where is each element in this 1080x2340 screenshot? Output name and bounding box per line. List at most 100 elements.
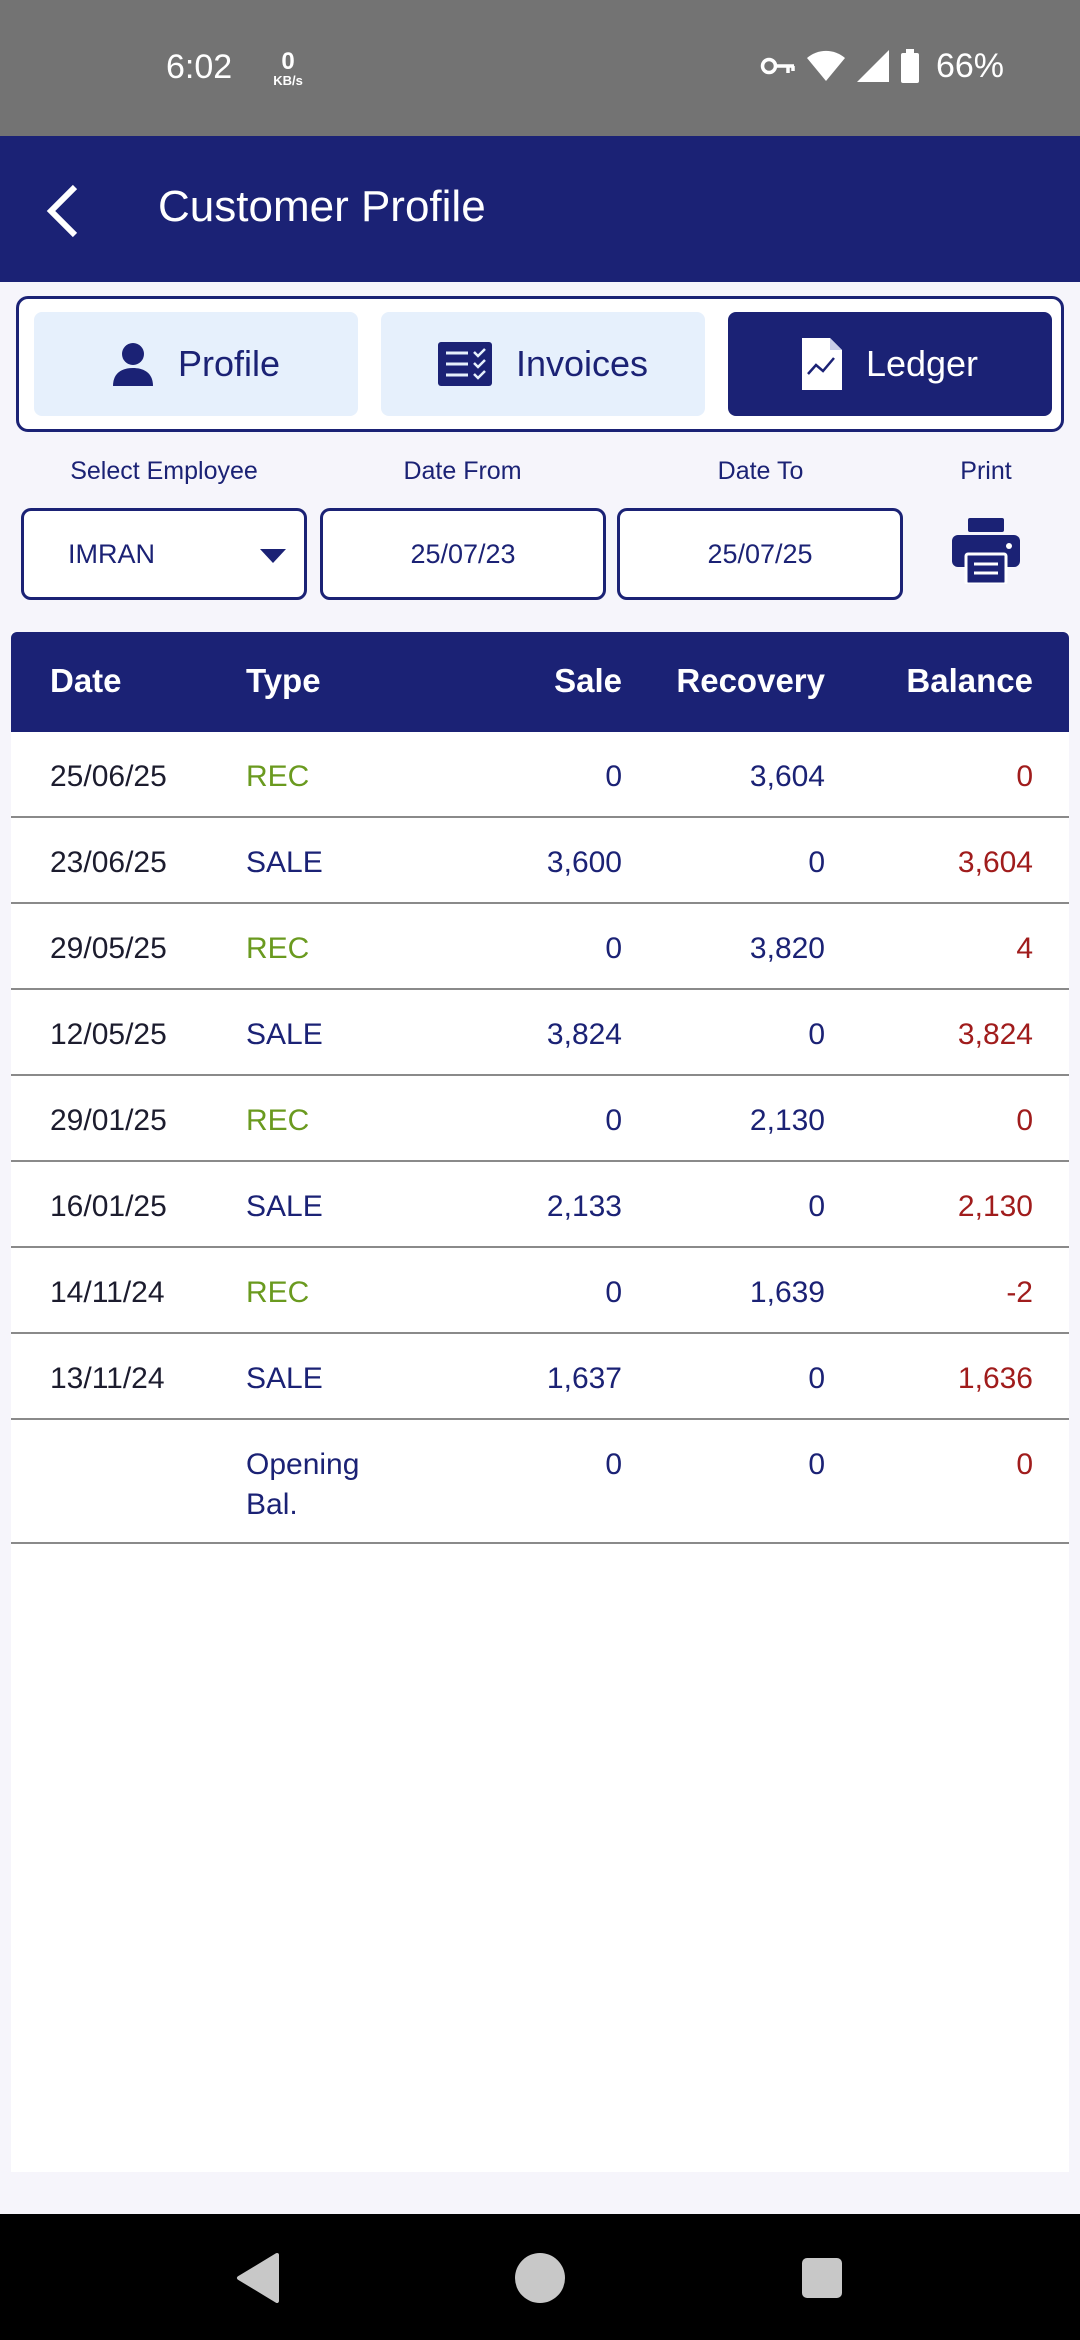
- ledger-table: Date Type Sale Recovery Balance 25/06/25…: [11, 632, 1069, 2172]
- cell-sale: 3,824: [546, 1018, 622, 1051]
- employee-label: Select Employee: [70, 457, 258, 485]
- table-row: 16/01/25 SALE 2,133 0 2,130: [11, 1162, 1069, 1248]
- cell-type: SALE: [246, 1190, 323, 1223]
- cell-recovery: 0: [808, 1362, 825, 1395]
- app-bar: Customer Profile: [0, 136, 1080, 282]
- tab-profile-label: Profile: [177, 343, 281, 384]
- cell-date: 23/06/25: [50, 846, 167, 879]
- status-icons: 66%: [760, 46, 1004, 86]
- cell-date: 13/11/24: [50, 1362, 165, 1395]
- cell-sale: 3,600: [546, 846, 622, 879]
- cell-balance: 0: [1016, 760, 1033, 793]
- cell-type: REC: [246, 1104, 310, 1137]
- table-row-opening-balance: Opening Bal. 0 0 0: [11, 1420, 1069, 1544]
- cell-balance: -2: [1006, 1276, 1033, 1309]
- cell-type: REC: [246, 760, 310, 793]
- cell-recovery: 0: [808, 1448, 825, 1481]
- system-nav-bar: [0, 2214, 1080, 2340]
- bottom-spacer: [0, 2172, 1080, 2214]
- cell-recovery: 0: [808, 1190, 825, 1223]
- cell-recovery: 1,639: [749, 1276, 825, 1309]
- nav-home-icon: [515, 2253, 565, 2303]
- table-row: 23/06/25 SALE 3,600 0 3,604: [11, 818, 1069, 904]
- cell-sale: 0: [605, 1104, 622, 1137]
- cell-type: REC: [246, 932, 310, 965]
- dropdown-arrow-icon: [260, 549, 286, 563]
- table-row: 25/06/25 REC 0 3,604 0: [11, 732, 1069, 818]
- cell-date: 29/01/25: [50, 1104, 167, 1137]
- cell-balance: 3,604: [957, 846, 1033, 879]
- person-icon: [112, 343, 153, 386]
- cell-recovery: 3,604: [749, 760, 825, 793]
- nav-home-button[interactable]: [508, 2246, 572, 2310]
- nav-back-icon: [237, 2253, 279, 2303]
- nav-recents-icon: [802, 2258, 842, 2298]
- battery-icon: [900, 49, 919, 83]
- date-from-value: 25/07/23: [410, 538, 516, 569]
- status-bar: 6:02 0 KB/s 66%: [0, 0, 1080, 136]
- cell-recovery: 0: [808, 1018, 825, 1051]
- cell-date: 29/05/25: [50, 932, 167, 965]
- employee-select[interactable]: IMRAN: [21, 508, 307, 600]
- cell-sale: 0: [605, 760, 622, 793]
- cell-sale: 0: [605, 1448, 622, 1481]
- cell-type: Opening Bal.: [246, 1448, 360, 1521]
- back-button[interactable]: [28, 176, 98, 246]
- cell-recovery: 2,130: [749, 1104, 825, 1137]
- cell-sale: 0: [605, 1276, 622, 1309]
- cell-balance: 3,824: [957, 1018, 1033, 1051]
- header-date: Date: [50, 662, 122, 699]
- tab-invoices-label: Invoices: [515, 343, 649, 384]
- cell-type: SALE: [246, 1018, 323, 1051]
- status-time: 6:02: [166, 48, 233, 86]
- vpn-key-icon: [760, 57, 795, 75]
- nav-recents-button[interactable]: [790, 2246, 854, 2310]
- date-to-value: 25/07/25: [707, 538, 813, 569]
- page-title: Customer Profile: [158, 182, 486, 231]
- invoice-list-icon: [437, 342, 492, 386]
- header-sale: Sale: [554, 662, 622, 699]
- header-recovery: Recovery: [676, 662, 825, 699]
- cell-type: REC: [246, 1276, 310, 1309]
- cell-sale: 1,637: [546, 1362, 622, 1395]
- cell-sale: 2,133: [546, 1190, 622, 1223]
- header-balance: Balance: [906, 662, 1033, 699]
- chart-document-icon: [801, 338, 842, 390]
- table-row: 29/05/25 REC 0 3,820 4: [11, 904, 1069, 990]
- nav-back-button[interactable]: [226, 2246, 290, 2310]
- cell-balance: 4: [1016, 932, 1033, 965]
- tab-ledger[interactable]: Ledger: [728, 312, 1052, 416]
- cell-balance: 0: [1016, 1448, 1033, 1481]
- date-from-label: Date From: [403, 457, 522, 485]
- cell-type: SALE: [246, 846, 323, 879]
- cell-signal-icon: [856, 50, 889, 82]
- cell-sale: 0: [605, 932, 622, 965]
- employee-value: IMRAN: [68, 538, 155, 569]
- date-to-label: Date To: [717, 457, 804, 485]
- wifi-icon: [806, 50, 845, 81]
- cell-balance: 0: [1016, 1104, 1033, 1137]
- cell-recovery: 0: [808, 846, 825, 879]
- date-to-field[interactable]: 25/07/25: [617, 508, 903, 600]
- printer-icon: [952, 518, 1020, 586]
- cell-recovery: 3,820: [749, 932, 825, 965]
- table-row: 29/01/25 REC 0 2,130 0: [11, 1076, 1069, 1162]
- tab-profile[interactable]: Profile: [34, 312, 358, 416]
- tab-invoices[interactable]: Invoices: [381, 312, 705, 416]
- header-type: Type: [246, 662, 321, 699]
- battery-percent: 66%: [935, 46, 1004, 85]
- print-button[interactable]: [952, 518, 1020, 588]
- table-row: 13/11/24 SALE 1,637 0 1,636: [11, 1334, 1069, 1420]
- net-speed-unit: KB/s: [273, 73, 303, 88]
- cell-date: 14/11/24: [50, 1276, 165, 1309]
- print-label: Print: [960, 457, 1012, 485]
- cell-date: 25/06/25: [50, 760, 167, 793]
- cell-date: 16/01/25: [50, 1190, 167, 1223]
- net-speed-value: 0: [281, 48, 295, 75]
- table-row: 14/11/24 REC 0 1,639 -2: [11, 1248, 1069, 1334]
- date-from-field[interactable]: 25/07/23: [320, 508, 606, 600]
- cell-balance: 1,636: [957, 1362, 1033, 1395]
- table-row: 12/05/25 SALE 3,824 0 3,824: [11, 990, 1069, 1076]
- tab-ledger-label: Ledger: [865, 343, 979, 384]
- table-header: Date Type Sale Recovery Balance: [11, 632, 1069, 732]
